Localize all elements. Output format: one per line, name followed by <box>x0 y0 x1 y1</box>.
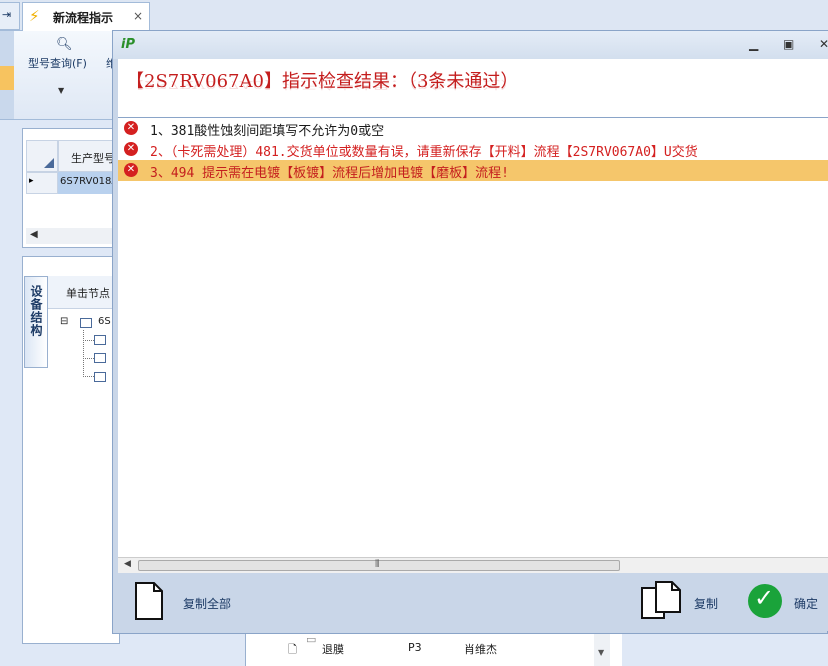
chevron-down-icon[interactable]: ▼ <box>58 86 64 95</box>
message-text: 2、（卡死需处理）481.交货单位或数量有误，请重新保存【开料】流程【2S7RV… <box>150 145 698 160</box>
tab-previous[interactable]: ⇥ <box>0 2 20 30</box>
scroll-left-icon[interactable]: ◀ <box>124 559 131 569</box>
tree-header: 单击节点 <box>48 276 118 309</box>
close-tab-icon[interactable]: × <box>133 9 143 23</box>
list-item[interactable]: ✕ 2、（卡死需处理）481.交货单位或数量有误，请重新保存【开料】流程【2S7… <box>118 139 828 160</box>
document-icon: 🗋 <box>288 643 297 656</box>
tree-expander-icon[interactable]: ⊟ <box>60 316 68 327</box>
table-vertical-scrollbar[interactable]: ▼ <box>594 632 610 666</box>
copy-all-button[interactable]: 复制全部 <box>183 595 231 612</box>
scroll-down-icon[interactable]: ▼ <box>598 648 604 657</box>
scrollbar-thumb[interactable]: ⦀ <box>138 559 620 571</box>
maximize-icon[interactable]: ▣ <box>783 37 794 51</box>
dialog-titlebar[interactable]: iP ▁ ▣ ✕ <box>113 31 828 59</box>
tab-new-process-instruction[interactable]: ⚡ 新流程指示 × <box>22 2 150 31</box>
scroll-left-icon[interactable]: ◀ <box>30 229 38 240</box>
grid-column-header[interactable]: 生产型号 <box>58 140 118 172</box>
heading-reflection: 【2S7RV067A0】指示检查结果：（3条未通过） <box>126 78 519 91</box>
lightning-icon: ⚡ <box>29 7 40 25</box>
table-row[interactable]: 🗋 退膜 P3 肖维杰 <box>246 640 606 657</box>
error-icon: ✕ <box>124 142 138 156</box>
search-icon[interactable]: 🔍︎ <box>56 37 73 52</box>
document-icon[interactable] <box>134 582 164 620</box>
error-icon: ✕ <box>124 121 138 135</box>
grid-scrollbar[interactable]: ◀ <box>26 228 118 244</box>
model-query-button[interactable]: 型号查询(F) <box>28 55 87 71</box>
login-icon: ⇥ <box>2 8 12 21</box>
message-text: 3、494 提示需在电镀【板镀】流程后增加电镀【磨板】流程! <box>150 166 509 181</box>
tree-root-label[interactable]: 6S <box>98 316 111 327</box>
process-table: ▭ 🗋 退膜 P3 肖维杰 <box>245 632 622 666</box>
ribbon-side-highlight[interactable] <box>0 66 14 90</box>
message-list: ✕ 1、381酸性蚀刻间距填写不允许为0或空 ✕ 2、（卡死需处理）481.交货… <box>118 117 828 558</box>
folder-icon <box>80 318 92 328</box>
close-icon[interactable]: ✕ <box>819 37 828 51</box>
grid-corner[interactable] <box>26 140 58 172</box>
table-cell-code: P3 <box>408 641 422 654</box>
table-cell-person: 肖维杰 <box>464 643 497 656</box>
grid-cell[interactable]: 6S7RV018A <box>58 172 118 194</box>
minimize-icon[interactable]: ▁ <box>749 37 758 51</box>
message-text: 1、381酸性蚀刻间距填写不允许为0或空 <box>150 124 385 139</box>
checkmark-icon[interactable]: ✓ <box>748 584 782 618</box>
horizontal-scrollbar[interactable]: ◀ ⦀ <box>118 557 828 574</box>
tab-equipment-structure[interactable]: 设备结构 <box>24 276 48 368</box>
tab-label: 新流程指示 <box>53 11 114 25</box>
table-cell-name: 退膜 <box>322 643 344 656</box>
ok-button[interactable]: 确定 <box>794 595 818 612</box>
list-item[interactable]: ✕ 1、381酸性蚀刻间距填写不允许为0或空 <box>118 118 828 139</box>
app-logo-icon: iP <box>121 37 135 52</box>
tree-node-icon[interactable] <box>94 335 106 345</box>
error-icon: ✕ <box>124 163 138 177</box>
row-indicator: ▸ <box>26 172 58 194</box>
list-item-selected[interactable]: ✕ 3、494 提示需在电镀【板镀】流程后增加电镀【磨板】流程! <box>118 160 828 181</box>
copy-button[interactable]: 复制 <box>694 595 718 612</box>
copy-icon[interactable] <box>640 580 682 622</box>
dialog-heading-area: 【2S7RV067A0】指示检查结果：（3条未通过） 【2S7RV067A0】指… <box>118 59 828 117</box>
tree-node-icon[interactable] <box>94 372 106 382</box>
tree-node-icon[interactable] <box>94 353 106 363</box>
